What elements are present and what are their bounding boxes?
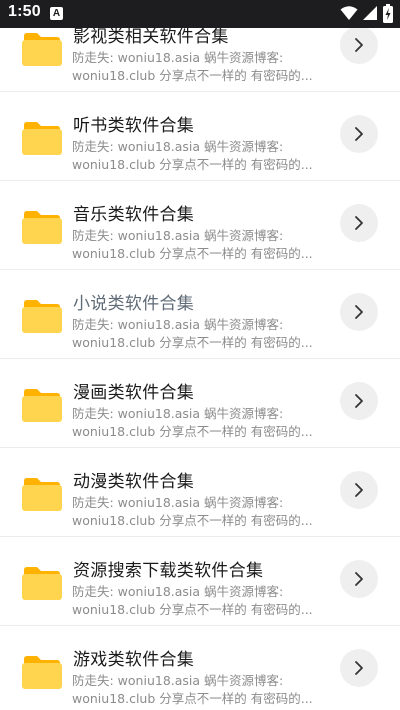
item-title: 听书类软件合集 (73, 116, 195, 136)
open-button[interactable] (340, 471, 378, 509)
item-description: 防走失: woniu18.asia 蜗牛资源博客: woniu18.club 分… (72, 317, 313, 350)
chevron-right-icon (355, 216, 363, 230)
list-item[interactable]: 听书类软件合集 防走失: woniu18.asia 蜗牛资源博客: woniu1… (0, 93, 400, 181)
folder-icon (22, 389, 62, 422)
open-button[interactable] (340, 115, 378, 153)
chevron-right-icon (355, 38, 363, 52)
list-item[interactable]: 音乐类软件合集 防走失: woniu18.asia 蜗牛资源博客: woniu1… (0, 182, 400, 270)
open-button[interactable] (340, 293, 378, 331)
list-item[interactable]: 动漫类软件合集 防走失: woniu18.asia 蜗牛资源博客: woniu1… (0, 449, 400, 537)
open-button[interactable] (340, 26, 378, 64)
folder-icon (22, 567, 62, 600)
list-item[interactable]: 游戏类软件合集 防走失: woniu18.asia 蜗牛资源博客: woniu1… (0, 627, 400, 710)
item-description: 防走失: woniu18.asia 蜗牛资源博客: woniu18.club 分… (72, 584, 313, 617)
open-button[interactable] (340, 560, 378, 598)
signal-icon (363, 6, 377, 20)
notification-icon: A (50, 7, 63, 20)
battery-charging-icon (383, 4, 393, 23)
status-time: 1:50 (8, 3, 41, 20)
screen: 影视类相关软件合集 防走失: woniu18.asia 蜗牛资源博客: woni… (0, 0, 400, 710)
item-description: 防走失: woniu18.asia 蜗牛资源博客: woniu18.club 分… (72, 50, 313, 83)
item-title: 动漫类软件合集 (73, 472, 195, 492)
item-description: 防走失: woniu18.asia 蜗牛资源博客: woniu18.club 分… (72, 406, 313, 439)
status-bar: 1:50 A (0, 0, 400, 28)
item-description: 防走失: woniu18.asia 蜗牛资源博客: woniu18.club 分… (72, 673, 313, 706)
open-button[interactable] (340, 649, 378, 687)
item-description: 防走失: woniu18.asia 蜗牛资源博客: woniu18.club 分… (72, 139, 313, 172)
item-title: 漫画类软件合集 (73, 383, 195, 403)
open-button[interactable] (340, 204, 378, 242)
folder-icon (22, 122, 62, 155)
chevron-right-icon (355, 572, 363, 586)
folder-icon (22, 656, 62, 689)
open-button[interactable] (340, 382, 378, 420)
chevron-right-icon (355, 483, 363, 497)
list-item[interactable]: 小说类软件合集 防走失: woniu18.asia 蜗牛资源博客: woniu1… (0, 271, 400, 359)
item-title: 游戏类软件合集 (73, 650, 195, 670)
item-title: 资源搜索下载类软件合集 (73, 561, 264, 581)
item-title: 小说类软件合集 (73, 294, 195, 314)
folder-icon (22, 300, 62, 333)
folder-icon (22, 211, 62, 244)
folder-icon (22, 33, 62, 66)
item-description: 防走失: woniu18.asia 蜗牛资源博客: woniu18.club 分… (72, 228, 313, 261)
list-item[interactable]: 资源搜索下载类软件合集 防走失: woniu18.asia 蜗牛资源博客: wo… (0, 538, 400, 626)
wifi-icon (340, 6, 358, 20)
chevron-right-icon (355, 127, 363, 141)
chevron-right-icon (355, 661, 363, 675)
item-description: 防走失: woniu18.asia 蜗牛资源博客: woniu18.club 分… (72, 495, 313, 528)
item-title: 音乐类软件合集 (73, 205, 195, 225)
chevron-right-icon (355, 305, 363, 319)
folder-icon (22, 478, 62, 511)
chevron-right-icon (355, 394, 363, 408)
list-item[interactable]: 漫画类软件合集 防走失: woniu18.asia 蜗牛资源博客: woniu1… (0, 360, 400, 448)
